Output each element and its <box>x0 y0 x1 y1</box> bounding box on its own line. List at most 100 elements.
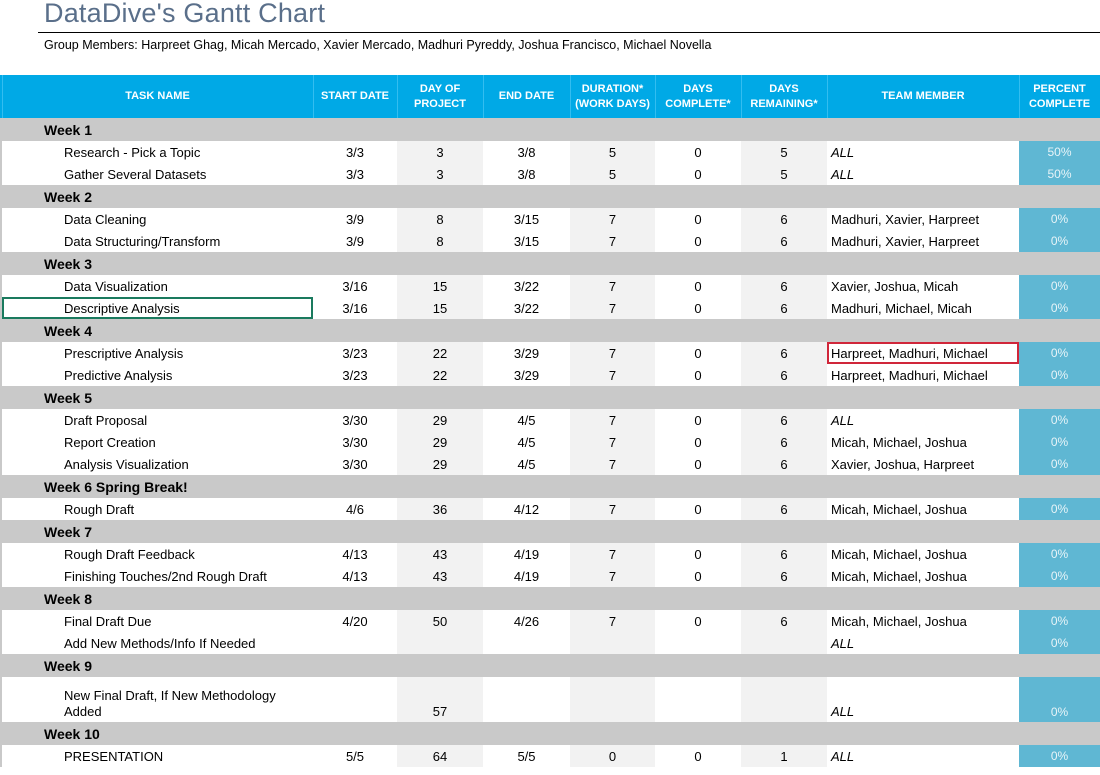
header-team-member[interactable]: TEAM MEMBER <box>827 75 1020 118</box>
day-of-project-cell[interactable]: 29 <box>397 409 483 431</box>
task-name-cell[interactable]: Draft Proposal <box>2 409 313 431</box>
task-name-cell[interactable]: PRESENTATION <box>2 745 313 767</box>
days-complete-cell[interactable]: 0 <box>655 565 741 587</box>
team-member-cell[interactable]: Xavier, Joshua, Micah <box>827 275 1019 297</box>
end-date-cell[interactable]: 4/26 <box>483 610 570 632</box>
team-member-cell[interactable]: Xavier, Joshua, Harpreet <box>827 453 1019 475</box>
day-of-project-cell[interactable]: 43 <box>397 565 483 587</box>
team-member-cell[interactable]: Madhuri, Xavier, Harpreet <box>827 208 1019 230</box>
days-remaining-cell[interactable] <box>741 632 827 654</box>
duration-cell[interactable]: 7 <box>570 431 655 453</box>
end-date-cell[interactable]: 3/15 <box>483 230 570 252</box>
team-member-cell[interactable]: Micah, Michael, Joshua <box>827 431 1019 453</box>
duration-cell[interactable]: 5 <box>570 141 655 163</box>
start-date-cell[interactable] <box>313 632 397 654</box>
duration-cell[interactable]: 7 <box>570 275 655 297</box>
start-date-cell[interactable]: 3/9 <box>313 208 397 230</box>
days-remaining-cell[interactable]: 6 <box>741 453 827 475</box>
team-member-cell[interactable]: ALL <box>827 745 1019 767</box>
header-duration[interactable]: DURATION* (WORK DAYS) <box>570 75 656 118</box>
task-name-cell[interactable]: Descriptive Analysis <box>2 297 313 319</box>
task-name-cell[interactable]: Gather Several Datasets <box>2 163 313 185</box>
team-member-cell[interactable]: ALL <box>827 141 1019 163</box>
header-percent-complete[interactable]: PERCENT COMPLETE <box>1019 75 1100 118</box>
days-complete-cell[interactable]: 0 <box>655 230 741 252</box>
percent-complete-cell[interactable]: 0% <box>1019 208 1100 230</box>
days-complete-cell[interactable]: 0 <box>655 364 741 386</box>
percent-complete-cell[interactable]: 0% <box>1019 364 1100 386</box>
end-date-cell[interactable]: 3/22 <box>483 275 570 297</box>
day-of-project-cell[interactable]: 8 <box>397 230 483 252</box>
end-date-cell[interactable]: 3/8 <box>483 163 570 185</box>
end-date-cell[interactable]: 5/5 <box>483 745 570 767</box>
end-date-cell[interactable]: 4/19 <box>483 565 570 587</box>
header-task-name[interactable]: TASK NAME <box>2 75 314 118</box>
days-remaining-cell[interactable]: 6 <box>741 565 827 587</box>
start-date-cell[interactable]: 3/23 <box>313 364 397 386</box>
task-name-cell[interactable]: Report Creation <box>2 431 313 453</box>
header-end-date[interactable]: END DATE <box>483 75 571 118</box>
week-label[interactable]: Week 6 Spring Break! <box>2 475 1100 498</box>
week-label[interactable]: Week 8 <box>2 587 1100 610</box>
week-label[interactable]: Week 4 <box>2 319 1100 342</box>
duration-cell[interactable]: 7 <box>570 453 655 475</box>
duration-cell[interactable]: 5 <box>570 163 655 185</box>
start-date-cell[interactable]: 4/13 <box>313 565 397 587</box>
team-member-cell[interactable]: ALL <box>827 409 1019 431</box>
task-name-cell[interactable]: Data Visualization <box>2 275 313 297</box>
start-date-cell[interactable]: 3/30 <box>313 453 397 475</box>
day-of-project-cell[interactable]: 57 <box>397 677 483 722</box>
days-remaining-cell[interactable]: 6 <box>741 364 827 386</box>
days-remaining-cell[interactable]: 6 <box>741 275 827 297</box>
days-complete-cell[interactable] <box>655 632 741 654</box>
task-name-cell[interactable]: Final Draft Due <box>2 610 313 632</box>
duration-cell[interactable] <box>570 632 655 654</box>
task-name-cell[interactable]: Data Structuring/Transform <box>2 230 313 252</box>
day-of-project-cell[interactable]: 8 <box>397 208 483 230</box>
days-remaining-cell[interactable]: 6 <box>741 230 827 252</box>
day-of-project-cell[interactable]: 64 <box>397 745 483 767</box>
duration-cell[interactable]: 7 <box>570 230 655 252</box>
days-complete-cell[interactable]: 0 <box>655 431 741 453</box>
duration-cell[interactable]: 7 <box>570 409 655 431</box>
days-complete-cell[interactable]: 0 <box>655 610 741 632</box>
days-remaining-cell[interactable]: 5 <box>741 141 827 163</box>
task-name-cell[interactable]: Analysis Visualization <box>2 453 313 475</box>
start-date-cell[interactable]: 3/9 <box>313 230 397 252</box>
days-remaining-cell[interactable] <box>741 677 827 722</box>
day-of-project-cell[interactable]: 29 <box>397 453 483 475</box>
end-date-cell[interactable]: 3/8 <box>483 141 570 163</box>
days-remaining-cell[interactable]: 6 <box>741 409 827 431</box>
team-member-cell[interactable]: Micah, Michael, Joshua <box>827 610 1019 632</box>
week-label[interactable]: Week 3 <box>2 252 1100 275</box>
end-date-cell[interactable]: 4/12 <box>483 498 570 520</box>
team-member-cell[interactable]: ALL <box>827 677 1019 722</box>
day-of-project-cell[interactable] <box>397 632 483 654</box>
days-complete-cell[interactable]: 0 <box>655 745 741 767</box>
header-days-remaining[interactable]: DAYS REMAINING* <box>741 75 828 118</box>
task-name-cell[interactable]: Predictive Analysis <box>2 364 313 386</box>
team-member-cell[interactable]: Harpreet, Madhuri, Michael <box>827 364 1019 386</box>
end-date-cell[interactable]: 4/5 <box>483 453 570 475</box>
start-date-cell[interactable]: 3/16 <box>313 297 397 319</box>
week-label[interactable]: Week 7 <box>2 520 1100 543</box>
percent-complete-cell[interactable]: 0% <box>1019 498 1100 520</box>
days-complete-cell[interactable]: 0 <box>655 409 741 431</box>
days-remaining-cell[interactable]: 6 <box>741 610 827 632</box>
day-of-project-cell[interactable]: 50 <box>397 610 483 632</box>
start-date-cell[interactable]: 3/3 <box>313 141 397 163</box>
header-day-of-project[interactable]: DAY OF PROJECT <box>397 75 484 118</box>
duration-cell[interactable]: 7 <box>570 297 655 319</box>
percent-complete-cell[interactable]: 0% <box>1019 230 1100 252</box>
week-label[interactable]: Week 10 <box>2 722 1100 745</box>
percent-complete-cell[interactable]: 0% <box>1019 677 1100 722</box>
header-days-complete[interactable]: DAYS COMPLETE* <box>655 75 742 118</box>
duration-cell[interactable] <box>570 677 655 722</box>
day-of-project-cell[interactable]: 3 <box>397 141 483 163</box>
percent-complete-cell[interactable]: 0% <box>1019 632 1100 654</box>
percent-complete-cell[interactable]: 0% <box>1019 543 1100 565</box>
day-of-project-cell[interactable]: 43 <box>397 543 483 565</box>
end-date-cell[interactable] <box>483 632 570 654</box>
percent-complete-cell[interactable]: 0% <box>1019 342 1100 364</box>
start-date-cell[interactable]: 3/30 <box>313 409 397 431</box>
